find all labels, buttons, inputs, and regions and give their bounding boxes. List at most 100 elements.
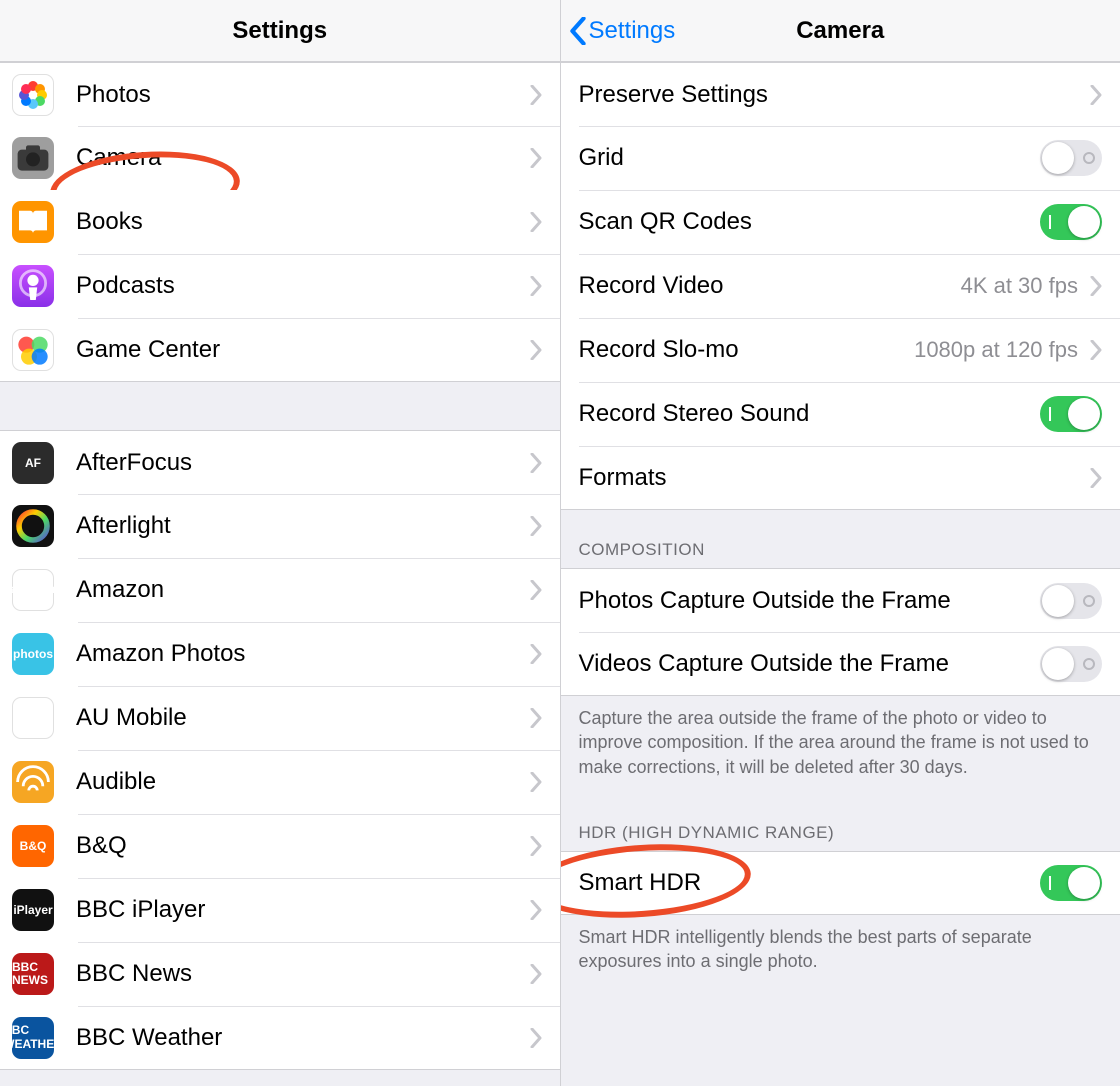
settings-item-afterfocus[interactable]: AF AfterFocus bbox=[0, 430, 560, 494]
settings-item-podcasts[interactable]: Podcasts bbox=[0, 254, 560, 318]
settings-item-label: Amazon bbox=[76, 576, 530, 604]
chevron-left-icon bbox=[569, 17, 587, 45]
toggle-switch[interactable] bbox=[1040, 204, 1102, 240]
amazon-icon: amazon bbox=[12, 569, 54, 611]
camera-item-label: Photos Capture Outside the Frame bbox=[579, 587, 1041, 615]
settings-item-photos[interactable]: Photos bbox=[0, 62, 560, 126]
back-button[interactable]: Settings bbox=[569, 17, 676, 45]
settings-item-books[interactable]: Books bbox=[0, 190, 560, 254]
camera-pane: Settings Camera Preserve Settings Grid Sca… bbox=[560, 0, 1120, 1086]
settings-item-amazon-photos[interactable]: photos Amazon Photos bbox=[0, 622, 560, 686]
camera-item-value: 4K at 30 fps bbox=[961, 273, 1078, 299]
chevron-right-icon bbox=[530, 276, 542, 296]
camera-item-videos-capture-outside-the-frame[interactable]: Videos Capture Outside the Frame bbox=[561, 632, 1120, 696]
chevron-right-icon bbox=[530, 900, 542, 920]
camera-item-label: Record Video bbox=[579, 272, 961, 300]
camera-icon bbox=[12, 137, 54, 179]
navbar-camera-title: Camera bbox=[796, 17, 884, 45]
settings-item-b-q[interactable]: B&Q B&Q bbox=[0, 814, 560, 878]
iplayer-icon: iPlayer bbox=[12, 889, 54, 931]
settings-item-label: AU Mobile bbox=[76, 704, 530, 732]
camera-item-label: Preserve Settings bbox=[579, 81, 1091, 109]
back-label: Settings bbox=[589, 17, 676, 45]
chevron-right-icon bbox=[530, 1028, 542, 1048]
settings-scroll[interactable]: Photos Camera Books Podcasts Game Center AF Af… bbox=[0, 62, 560, 1086]
navbar-camera: Settings Camera bbox=[561, 0, 1120, 62]
settings-item-label: BBC News bbox=[76, 960, 530, 988]
podcasts-icon bbox=[12, 265, 54, 307]
settings-item-camera[interactable]: Camera bbox=[0, 126, 560, 190]
camera-item-label: Record Slo-mo bbox=[579, 336, 915, 364]
camera-item-label: Videos Capture Outside the Frame bbox=[579, 650, 1041, 678]
camera-item-grid[interactable]: Grid bbox=[561, 126, 1120, 190]
audible-icon bbox=[12, 761, 54, 803]
chevron-right-icon bbox=[530, 708, 542, 728]
chevron-right-icon bbox=[530, 212, 542, 232]
chevron-right-icon bbox=[530, 453, 542, 473]
camera-item-record-video[interactable]: Record Video4K at 30 fps bbox=[561, 254, 1120, 318]
settings-item-label: AfterFocus bbox=[76, 449, 530, 477]
chevron-right-icon bbox=[530, 964, 542, 984]
settings-item-label: Photos bbox=[76, 81, 530, 109]
amzphotos-icon: photos bbox=[12, 633, 54, 675]
chevron-right-icon bbox=[1090, 85, 1102, 105]
camera-item-value: 1080p at 120 fps bbox=[914, 337, 1078, 363]
settings-item-label: B&Q bbox=[76, 832, 530, 860]
camera-item-label: Formats bbox=[579, 464, 1091, 492]
settings-item-bbc-news[interactable]: BBC NEWS BBC News bbox=[0, 942, 560, 1006]
toggle-switch[interactable] bbox=[1040, 865, 1102, 901]
settings-item-label: Afterlight bbox=[76, 512, 530, 540]
afterlight-icon bbox=[12, 505, 54, 547]
toggle-switch[interactable] bbox=[1040, 396, 1102, 432]
settings-item-au-mobile[interactable]: A U AU Mobile bbox=[0, 686, 560, 750]
chevron-right-icon bbox=[530, 148, 542, 168]
camera-item-label: Record Stereo Sound bbox=[579, 400, 1041, 428]
books-icon bbox=[12, 201, 54, 243]
camera-item-scan-qr-codes[interactable]: Scan QR Codes bbox=[561, 190, 1120, 254]
settings-item-game-center[interactable]: Game Center bbox=[0, 318, 560, 382]
chevron-right-icon bbox=[1090, 340, 1102, 360]
toggle-switch[interactable] bbox=[1040, 583, 1102, 619]
chevron-right-icon bbox=[530, 644, 542, 664]
settings-item-label: Books bbox=[76, 208, 530, 236]
chevron-right-icon bbox=[1090, 468, 1102, 488]
au-icon: A U bbox=[12, 697, 54, 739]
toggle-switch[interactable] bbox=[1040, 646, 1102, 682]
settings-item-bbc-weather[interactable]: BBC WEATHERBBC Weather bbox=[0, 1006, 560, 1070]
settings-item-label: Amazon Photos bbox=[76, 640, 530, 668]
camera-scroll[interactable]: Preserve Settings Grid Scan QR Codes Record… bbox=[561, 62, 1120, 1086]
settings-item-bbc-iplayer[interactable]: iPlayer BBC iPlayer bbox=[0, 878, 560, 942]
section-header-hdr: HDR (HIGH DYNAMIC RANGE) bbox=[561, 793, 1120, 851]
chevron-right-icon bbox=[530, 772, 542, 792]
camera-item-label: Smart HDR bbox=[579, 869, 1041, 897]
settings-item-afterlight[interactable]: Afterlight bbox=[0, 494, 560, 558]
camera-item-record-stereo-sound[interactable]: Record Stereo Sound bbox=[561, 382, 1120, 446]
settings-pane: Settings Photos Camera Books Podcasts Game C… bbox=[0, 0, 560, 1086]
camera-item-formats[interactable]: Formats bbox=[561, 446, 1120, 510]
section-footer-composition: Capture the area outside the frame of th… bbox=[561, 696, 1120, 793]
navbar-settings: Settings bbox=[0, 0, 560, 62]
settings-item-audible[interactable]: Audible bbox=[0, 750, 560, 814]
camera-item-label: Scan QR Codes bbox=[579, 208, 1041, 236]
afterfocus-icon: AF bbox=[12, 442, 54, 484]
settings-item-label: Podcasts bbox=[76, 272, 530, 300]
section-header-composition: COMPOSITION bbox=[561, 510, 1120, 568]
navbar-settings-title: Settings bbox=[232, 17, 327, 45]
settings-item-label: Game Center bbox=[76, 336, 530, 364]
camera-item-record-slo-mo[interactable]: Record Slo-mo1080p at 120 fps bbox=[561, 318, 1120, 382]
gc-icon bbox=[12, 329, 54, 371]
camera-item-label: Grid bbox=[579, 144, 1041, 172]
chevron-right-icon bbox=[530, 836, 542, 856]
camera-item-smart-hdr[interactable]: Smart HDR bbox=[561, 851, 1120, 915]
camera-item-preserve-settings[interactable]: Preserve Settings bbox=[561, 62, 1120, 126]
settings-item-amazon[interactable]: amazon Amazon bbox=[0, 558, 560, 622]
chevron-right-icon bbox=[530, 340, 542, 360]
toggle-switch[interactable] bbox=[1040, 140, 1102, 176]
settings-item-label: BBC iPlayer bbox=[76, 896, 530, 924]
camera-item-photos-capture-outside-the-frame[interactable]: Photos Capture Outside the Frame bbox=[561, 568, 1120, 632]
bq-icon: B&Q bbox=[12, 825, 54, 867]
chevron-right-icon bbox=[530, 85, 542, 105]
settings-item-label: Camera bbox=[76, 144, 530, 172]
bbcweather-icon: BBC WEATHER bbox=[12, 1017, 54, 1059]
bbcnews-icon: BBC NEWS bbox=[12, 953, 54, 995]
